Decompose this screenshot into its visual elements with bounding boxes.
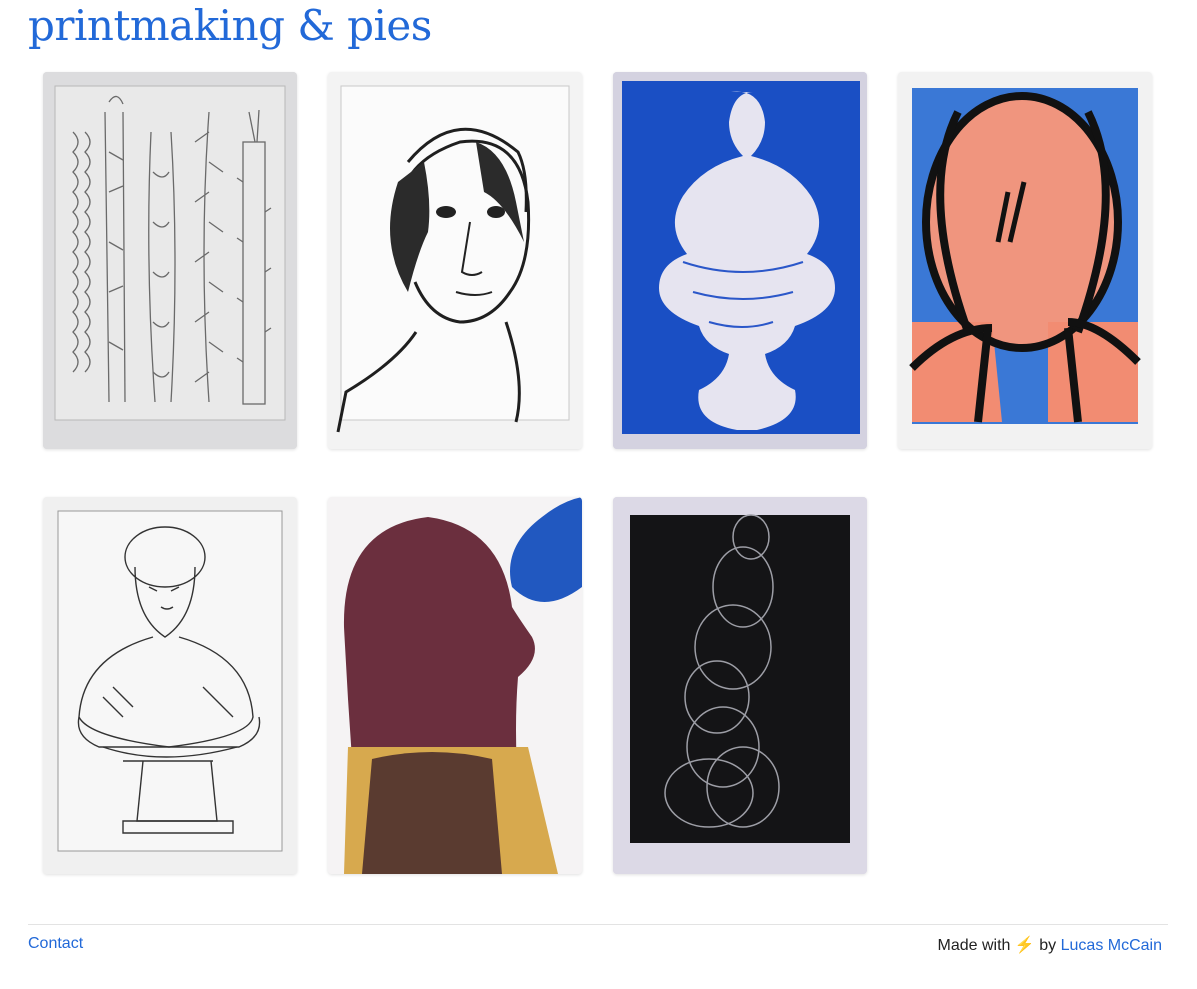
print-image bbox=[898, 72, 1152, 449]
by-label: by bbox=[1039, 937, 1057, 954]
print-image bbox=[328, 497, 582, 874]
gallery-item-orange-figure[interactable] bbox=[898, 72, 1152, 449]
made-with-label: Made with bbox=[937, 937, 1011, 954]
print-image bbox=[43, 72, 297, 449]
footer: Contact Made with ⚡ by Lucas McCain bbox=[28, 924, 1168, 954]
gallery-item-black-circles[interactable] bbox=[613, 497, 867, 874]
lightning-bolt-icon: ⚡ bbox=[1014, 937, 1035, 954]
gallery-item-blue-bust[interactable] bbox=[613, 72, 867, 449]
footer-credit: Made with ⚡ by Lucas McCain bbox=[938, 935, 1162, 955]
print-image bbox=[43, 497, 297, 874]
print-image bbox=[613, 72, 867, 449]
gallery-grid bbox=[0, 0, 1197, 900]
gallery-item-classical-bust[interactable] bbox=[43, 497, 297, 874]
gallery-item-botanical-stalks[interactable] bbox=[43, 72, 297, 449]
print-image bbox=[613, 497, 867, 874]
gallery-item-maroon-head[interactable] bbox=[328, 497, 582, 874]
gallery-item-woman-portrait[interactable] bbox=[328, 72, 582, 449]
print-image bbox=[328, 72, 582, 449]
author-link[interactable]: Lucas McCain bbox=[1061, 937, 1162, 954]
contact-link[interactable]: Contact bbox=[28, 935, 83, 953]
